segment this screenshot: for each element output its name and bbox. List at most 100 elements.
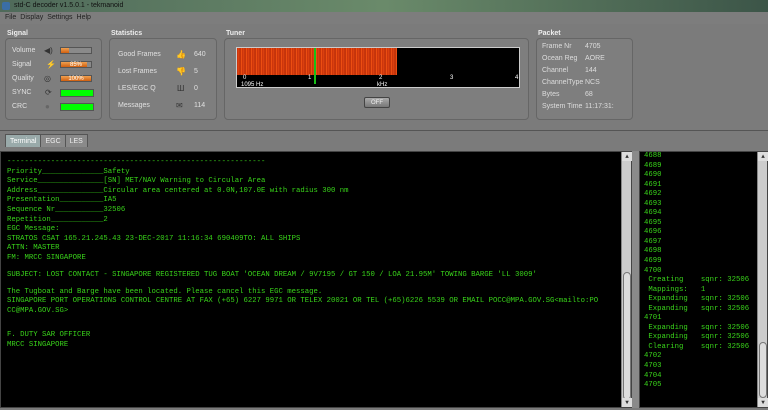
- log-line: Expanding sqnr: 32506: [644, 333, 750, 342]
- log-line: 4702: [644, 352, 662, 361]
- log-line: 4699: [644, 257, 662, 266]
- log-line: 4694: [644, 209, 662, 218]
- terminal-line: EGC Message:: [7, 225, 60, 234]
- menu-help[interactable]: Help: [77, 14, 91, 21]
- terminal-line: STRATOS CSAT 165.21.245.43 23-DEC-2017 1…: [7, 234, 301, 243]
- sync-indicator: [60, 89, 94, 97]
- terminal-line: ATTN: MASTER: [7, 244, 60, 253]
- packet-label: ChannelType: [542, 79, 584, 86]
- log-line: 4697: [644, 237, 662, 246]
- log-line: 4701: [644, 314, 662, 323]
- terminal-line: Repetition____________2: [7, 215, 108, 224]
- log-line: Clearing sqnr: 32506: [644, 342, 750, 351]
- signal-icon: ⚡: [46, 60, 56, 69]
- log-line: 4693: [644, 199, 662, 208]
- crc-icon: ●: [45, 102, 50, 111]
- volume-label: Volume: [12, 47, 36, 54]
- speaker-icon: ◀): [44, 46, 53, 55]
- scroll-thumb[interactable]: [623, 272, 631, 400]
- log-line: 4703: [644, 362, 662, 371]
- tick-0: 0: [243, 75, 247, 81]
- quality-label: Quality: [12, 75, 34, 82]
- window-title: std-C decoder v1.5.0.1 - tekmanoid: [14, 2, 124, 9]
- scroll-down-icon[interactable]: ▼: [622, 398, 632, 407]
- terminal-line: SINGAPORE PORT OPERATIONS CONTROL CENTRE…: [7, 297, 599, 306]
- terminal-line: CC@MPA.GOV.SG>: [7, 306, 69, 315]
- thumbs-down-icon: 👎: [176, 67, 186, 76]
- tick-3: 3: [450, 75, 454, 81]
- terminal-line: Presentation__________IA5: [7, 196, 117, 205]
- tick-2: 2: [379, 75, 383, 81]
- menu-file[interactable]: File: [5, 14, 16, 21]
- frequency-marker[interactable]: [314, 48, 316, 84]
- terminal-line: SUBJECT: LOST CONTACT - SINGAPORE REGIST…: [7, 270, 537, 279]
- tab-egc[interactable]: EGC: [40, 134, 66, 147]
- packet-value: 11:17:31:: [585, 103, 614, 110]
- signal-value: 85%: [69, 62, 82, 68]
- tab-les[interactable]: LES: [64, 134, 88, 147]
- terminal-line: Address_______________Circular area cent…: [7, 186, 349, 195]
- packet-value: 68: [585, 91, 593, 98]
- packet-panel: Frame Nr 4705 Ocean Reg AORE Channel 144 Ch…: [536, 38, 633, 120]
- scroll-up-icon[interactable]: ▲: [622, 152, 632, 161]
- log-line: Expanding sqnr: 32506: [644, 295, 750, 304]
- log-line: 4698: [644, 247, 662, 256]
- app-icon: [2, 2, 10, 10]
- packet-label: Ocean Reg: [542, 55, 578, 62]
- packet-label: Channel: [542, 67, 569, 74]
- envelope-icon: ✉: [176, 101, 183, 110]
- statistics-title: Statistics: [111, 30, 143, 37]
- volume-slider[interactable]: [60, 47, 92, 54]
- lost-frames-label: Lost Frames: [118, 68, 157, 75]
- signal-panel: Volume ◀) Signal ⚡ 85% Quality ◎ 100% SYNC ⟳ C…: [5, 38, 102, 120]
- log-line: Creating sqnr: 32506: [644, 276, 750, 285]
- scroll-up-icon[interactable]: ▲: [758, 152, 768, 161]
- log-line: 4695: [644, 218, 662, 227]
- terminal-scrollbar[interactable]: ▲ ▼: [621, 152, 632, 407]
- good-frames-value: 640: [194, 51, 206, 58]
- les-egc-q-value: 0: [194, 85, 198, 92]
- menu-display[interactable]: Display: [20, 14, 43, 21]
- menu-settings[interactable]: Settings: [47, 14, 72, 21]
- signal-title: Signal: [7, 30, 29, 37]
- terminal-output[interactable]: ----------------------------------------…: [0, 151, 632, 408]
- log-scrollbar[interactable]: ▲ ▼: [757, 152, 768, 407]
- crc-label: CRC: [12, 103, 28, 110]
- packet-title: Packet: [538, 30, 561, 37]
- log-line: Expanding sqnr: 32506: [644, 323, 750, 332]
- tab-terminal[interactable]: Terminal: [5, 134, 42, 147]
- messages-value: 114: [194, 102, 206, 109]
- statistics-panel: Good Frames 👍 640 Lost Frames 👎 5 LES/EGC Q Ш…: [109, 38, 217, 120]
- title-bar: std-C decoder v1.5.0.1 - tekmanoid: [0, 0, 768, 12]
- log-line: 4690: [644, 171, 662, 180]
- spectrum-display[interactable]: 0 1 2 3 4 1095 Hz kHz: [236, 47, 520, 88]
- frame-log[interactable]: 4688 4689 4690 4691 4692 4693 4694 4695 4696 4697…: [639, 151, 768, 408]
- scroll-down-icon[interactable]: ▼: [758, 398, 768, 407]
- queue-icon: Ш: [177, 84, 185, 93]
- scroll-thumb[interactable]: [759, 342, 767, 398]
- sync-icon: ⟳: [45, 88, 52, 97]
- terminal-line: FM: MRCC SINGAPORE: [7, 253, 86, 262]
- log-line: 4704: [644, 371, 662, 380]
- signal-label: Signal: [12, 61, 32, 68]
- quality-bar: 100%: [60, 75, 92, 82]
- tuner-title: Tuner: [226, 30, 245, 37]
- terminal-line: Sequence Nr___________32506: [7, 205, 126, 214]
- good-frames-label: Good Frames: [118, 51, 161, 58]
- target-icon: ◎: [44, 74, 51, 83]
- log-line: 4688: [644, 152, 662, 160]
- terminal-line: Service_______________[SN] MET/NAV Warni…: [7, 177, 266, 186]
- splitter[interactable]: [632, 151, 639, 408]
- les-egc-q-label: LES/EGC Q: [118, 85, 156, 92]
- unit-label: kHz: [377, 82, 388, 88]
- log-line: 4691: [644, 180, 662, 189]
- tick-1: 1: [308, 75, 312, 81]
- log-line: Expanding sqnr: 32506: [644, 304, 750, 313]
- frequency-readout: 1095 Hz: [241, 82, 264, 88]
- menu-bar: File Display Settings Help: [0, 12, 768, 24]
- tuner-off-button[interactable]: OFF: [364, 97, 390, 108]
